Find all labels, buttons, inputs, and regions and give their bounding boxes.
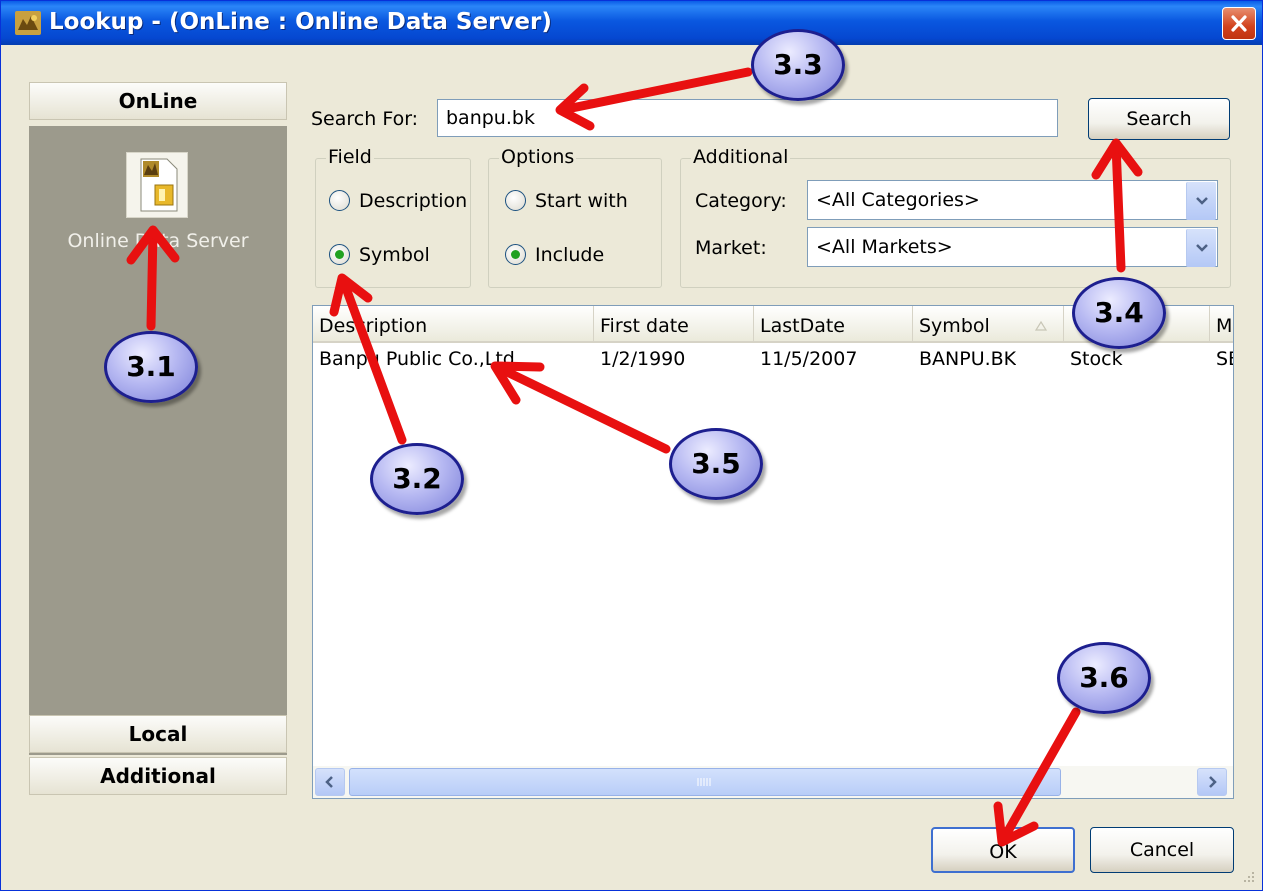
resize-grip-icon[interactable] [1240, 868, 1256, 884]
scroll-left-button[interactable] [315, 768, 345, 796]
options-group-title: Options [499, 146, 577, 168]
market-dropdown-button[interactable] [1186, 229, 1216, 267]
search-button[interactable]: Search [1088, 98, 1230, 140]
category-label: Category: [695, 190, 787, 212]
radio-include[interactable] [505, 244, 526, 265]
callout-3-3: 3.3 [751, 29, 845, 101]
scroll-thumb[interactable] [349, 768, 1061, 796]
search-for-label: Search For: [311, 108, 419, 130]
category-dropdown-button[interactable] [1186, 182, 1216, 220]
close-icon [1231, 15, 1247, 32]
online-data-server-icon[interactable] [126, 152, 188, 218]
additional-group-title: Additional [691, 146, 791, 168]
horizontal-scrollbar[interactable] [313, 766, 1233, 798]
chevron-down-icon [1196, 197, 1208, 205]
callout-3-5: 3.5 [669, 428, 763, 500]
results-list[interactable]: Description First date LastDate Symbol M… [312, 305, 1234, 799]
additional-group: Additional [680, 146, 1231, 288]
close-button[interactable] [1222, 7, 1256, 40]
online-data-server-label[interactable]: Online Data Server [29, 230, 287, 252]
callout-3-1: 3.1 [104, 331, 198, 403]
cell-type: Stock [1070, 348, 1123, 370]
lookup-dialog: Lookup - (OnLine : Online Data Server) O… [0, 0, 1263, 891]
sort-ascending-icon [1035, 321, 1047, 331]
market-label: Market: [695, 237, 767, 259]
cell-symbol: BANPU.BK [919, 348, 1017, 370]
chevron-left-icon [325, 776, 333, 788]
radio-include-label[interactable]: Include [535, 244, 604, 266]
radio-selected-dot [511, 250, 520, 259]
column-header-symbol-label: Symbol [919, 315, 990, 337]
cell-description: Banpu Public Co.,Ltd. [319, 348, 521, 370]
sidebar-header-local[interactable]: Local [29, 715, 287, 753]
radio-description-label[interactable]: Description [359, 190, 467, 212]
app-icon [15, 11, 41, 35]
radio-selected-dot [335, 250, 344, 259]
radio-symbol-label[interactable]: Symbol [359, 244, 430, 266]
online-source-list: Online Data Server [29, 126, 287, 755]
market-value: <All Markets> [816, 236, 953, 258]
field-group-title: Field [326, 146, 374, 168]
radio-start-with-label[interactable]: Start with [535, 190, 628, 212]
cell-first-date: 1/2/1990 [600, 348, 686, 370]
cell-market: SE [1216, 348, 1233, 370]
callout-3-2: 3.2 [370, 443, 464, 515]
options-group: Options [488, 146, 662, 288]
callout-3-4: 3.4 [1072, 277, 1166, 349]
market-select[interactable]: <All Markets> [807, 227, 1218, 267]
chevron-down-icon [1196, 244, 1208, 252]
category-select[interactable]: <All Categories> [807, 180, 1218, 220]
column-header-last-date[interactable]: LastDate [754, 306, 913, 343]
sidebar-header-additional[interactable]: Additional [29, 757, 287, 795]
grip-icon [697, 778, 711, 786]
column-header-symbol[interactable]: Symbol [913, 306, 1064, 343]
radio-description[interactable] [329, 190, 350, 211]
column-header-market[interactable]: M [1210, 306, 1233, 343]
callout-3-6: 3.6 [1057, 642, 1151, 714]
chevron-right-icon [1209, 776, 1217, 788]
sidebar-header-online[interactable]: OnLine [29, 82, 287, 120]
field-group: Field [315, 146, 471, 288]
search-input[interactable]: banpu.bk [437, 99, 1058, 137]
title-bar[interactable]: Lookup - (OnLine : Online Data Server) [1, 1, 1262, 45]
column-header-first-date[interactable]: First date [594, 306, 754, 343]
source-sidebar: OnLine Online Data Server Local Addition… [29, 82, 287, 799]
cancel-button[interactable]: Cancel [1090, 827, 1234, 873]
radio-symbol[interactable] [329, 244, 350, 265]
ok-button[interactable]: OK [931, 827, 1075, 873]
column-header-description[interactable]: Description [313, 306, 594, 343]
cell-last-date: 11/5/2007 [760, 348, 858, 370]
radio-start-with[interactable] [505, 190, 526, 211]
window-title: Lookup - (OnLine : Online Data Server) [49, 9, 552, 35]
document-icon [140, 158, 178, 212]
category-value: <All Categories> [816, 189, 980, 211]
scroll-right-button[interactable] [1197, 768, 1227, 796]
